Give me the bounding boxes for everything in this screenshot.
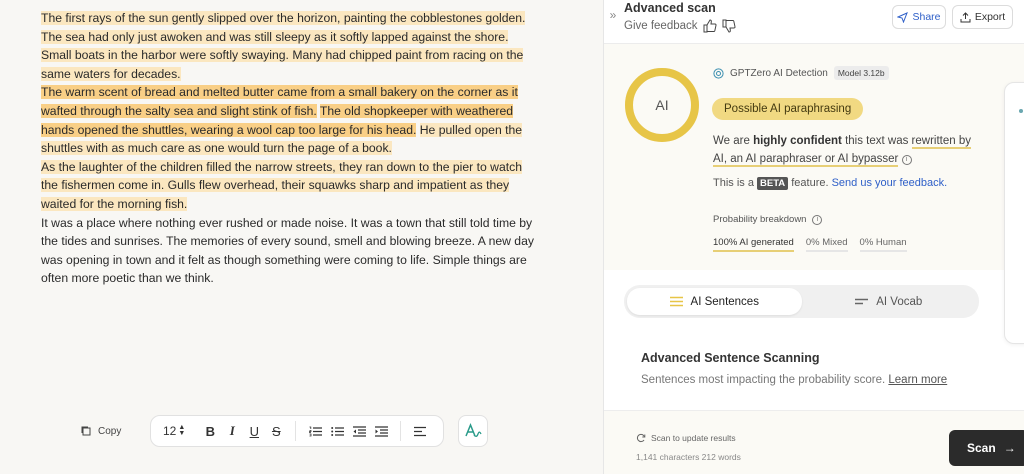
highlighted-sentence[interactable]: The first rays of the sun gently slipped… [41, 11, 526, 81]
copy-icon [81, 426, 91, 436]
send-icon [897, 11, 909, 23]
feedback-row: Give feedback [624, 19, 736, 33]
editor-toolbar: Copy 12 ▲ ▼ B I U S [80, 413, 489, 449]
update-label: Scan to update results [651, 433, 736, 443]
confidence-text: We are highly confident this text was re… [713, 132, 975, 168]
ring-label: AI [655, 97, 669, 113]
italic-label: I [229, 423, 235, 438]
strikethrough-button[interactable]: S [265, 420, 287, 442]
sentence: It was a place where nothing ever rushed… [41, 215, 534, 286]
gptzero-logo-icon [713, 67, 724, 79]
indent-icon [374, 425, 388, 437]
scan-button[interactable]: Scan → [949, 430, 1024, 466]
indicator-dot [1019, 109, 1023, 113]
copy-button[interactable]: Copy [80, 425, 150, 437]
prob-title-label: Probability breakdown [713, 214, 807, 225]
share-button[interactable]: Share [892, 5, 946, 29]
prob-human: 0% Human [859, 237, 907, 252]
thumbs-down-icon[interactable] [722, 19, 736, 33]
font-size-stepper[interactable]: 12 ▲ ▼ [163, 424, 185, 438]
update-hint: Scan to update results [636, 433, 736, 443]
probability-breakdown: 100% AI generated 0% Mixed 0% Human [713, 237, 907, 252]
underline-button[interactable]: U [243, 420, 265, 442]
side-card[interactable] [1004, 82, 1024, 344]
thumbs-up-icon[interactable] [703, 19, 717, 33]
ai-assist-button[interactable] [458, 415, 489, 447]
tab-ai-vocab[interactable]: AI Vocab [802, 288, 977, 315]
document-text[interactable]: The first rays of the sun gently slipped… [41, 9, 541, 288]
confidence-pre: We are [713, 135, 754, 147]
scan-label: Scan [967, 441, 996, 455]
result-card: AI GPTZero AI Detection Model 3.12b Poss… [604, 44, 1024, 270]
text-counts: 1,141 characters 212 words [636, 452, 741, 462]
collapse-panel-button[interactable]: » [602, 4, 624, 26]
results-panel: » Advanced scan Give feedback Share Expo… [603, 0, 1024, 474]
give-feedback-label: Give feedback [624, 20, 698, 32]
arrow-right-icon: → [1003, 441, 1016, 455]
numbered-list-button[interactable] [304, 420, 326, 442]
vocab-icon [855, 298, 869, 305]
beta-pre: This is a [713, 177, 758, 189]
scan-section-title: Advanced Sentence Scanning [641, 351, 820, 365]
divider [400, 421, 402, 441]
panel-title: Advanced scan [624, 1, 716, 15]
numbered-list-icon [308, 426, 322, 436]
scan-desc-text: Sentences most impacting the probability… [641, 374, 886, 386]
document-paragraph: As the laughter of the children filled t… [41, 158, 541, 214]
ai-assist-icon [465, 423, 482, 438]
indent-button[interactable] [370, 420, 392, 442]
result-tabs: AI Sentences AI Vocab [624, 285, 979, 318]
tab-ai-sentences[interactable]: AI Sentences [627, 288, 802, 315]
align-left-icon [413, 426, 426, 436]
format-bar: 12 ▲ ▼ B I U S [150, 415, 445, 447]
beta-post: feature. [788, 177, 832, 189]
feedback-link[interactable]: Send us your feedback. [832, 177, 948, 189]
refresh-icon [636, 433, 646, 443]
italic-button[interactable]: I [221, 420, 243, 442]
editor-pane: The first rays of the sun gently slipped… [0, 0, 603, 474]
bold-button[interactable]: B [199, 420, 221, 442]
document-paragraph: It was a place where nothing ever rushed… [41, 214, 541, 288]
beta-badge: BETA [757, 177, 789, 190]
learn-more-link[interactable]: Learn more [888, 374, 947, 386]
document-paragraph: The first rays of the sun gently slipped… [41, 9, 541, 83]
prob-ai: 100% AI generated [713, 237, 794, 252]
tab-sentences-label: AI Sentences [690, 295, 759, 308]
sentences-icon [669, 296, 683, 307]
outdent-icon [352, 425, 366, 437]
align-left-button[interactable] [409, 420, 431, 442]
outdent-button[interactable] [348, 420, 370, 442]
export-label: Export [974, 11, 1006, 23]
stepper-icon: ▲ ▼ [178, 424, 186, 437]
export-button[interactable]: Export [952, 5, 1013, 29]
share-label: Share [912, 11, 941, 23]
confidence-mid: this text was [841, 135, 912, 147]
beta-notice: This is a BETA feature. Send us your fee… [713, 177, 948, 190]
copy-label: Copy [98, 425, 122, 437]
detector-label: GPTZero AI Detection [730, 67, 828, 79]
strike-label: S [271, 423, 281, 439]
prob-mixed: 0% Mixed [805, 237, 848, 252]
panel-header: » Advanced scan Give feedback Share Expo… [604, 0, 1024, 44]
panel-footer: Scan to update results 1,141 characters … [604, 410, 1024, 474]
model-badge: Model 3.12b [833, 66, 889, 80]
tab-vocab-label: AI Vocab [876, 295, 923, 308]
confidence-bold: highly confident [753, 135, 842, 147]
scan-section-desc: Sentences most impacting the probability… [641, 374, 947, 386]
probability-breakdown-title: Probability breakdown i [713, 214, 823, 225]
underline-label: U [249, 423, 259, 439]
info-icon[interactable]: i [901, 155, 912, 165]
font-size-value: 12 [163, 424, 177, 438]
document-paragraph: The warm scent of bread and melted butte… [41, 83, 541, 157]
info-icon[interactable]: i [812, 214, 823, 225]
export-icon [960, 11, 971, 22]
verdict-badge: Possible AI paraphrasing [712, 98, 864, 120]
highlighted-sentence[interactable]: As the laughter of the children filled t… [41, 159, 522, 211]
detector-info: GPTZero AI Detection Model 3.12b [713, 66, 889, 80]
divider [295, 421, 297, 441]
bullet-list-icon [330, 426, 344, 436]
bold-label: B [205, 423, 215, 439]
bullet-list-button[interactable] [326, 420, 348, 442]
double-chevron-right-icon: » [609, 8, 617, 22]
